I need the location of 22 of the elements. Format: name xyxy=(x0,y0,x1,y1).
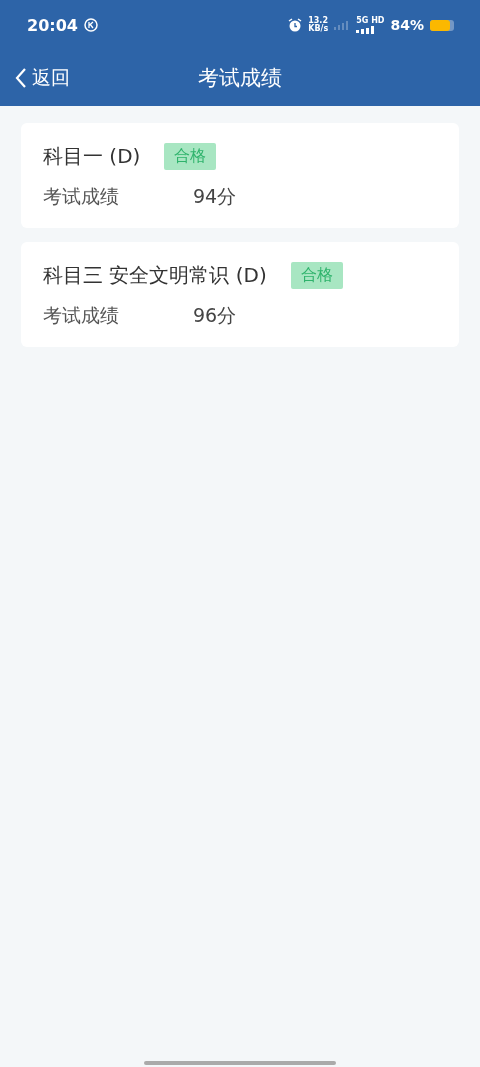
alarm-icon xyxy=(288,18,303,32)
score-value: 94分 xyxy=(193,184,237,209)
network-speed: 13.2 xyxy=(308,17,328,25)
signal-icon xyxy=(334,20,351,30)
status-time: 20:04 xyxy=(27,15,78,35)
score-value: 96分 xyxy=(193,303,237,328)
back-button[interactable]: 返回 xyxy=(14,50,70,106)
page-title: 考试成绩 xyxy=(198,65,282,92)
score-label: 考试成绩 xyxy=(43,303,120,328)
signal-icon xyxy=(356,25,377,34)
k-circle-icon xyxy=(83,18,98,32)
status-badge: 合格 xyxy=(164,143,217,170)
status-badge: 合格 xyxy=(290,262,343,289)
battery-icon xyxy=(430,19,454,31)
battery-percent: 84% xyxy=(390,17,424,33)
subject-name: 科目一 (D) xyxy=(43,143,141,170)
subject-name: 科目三 安全文明常识 (D) xyxy=(43,262,267,289)
home-indicator[interactable] xyxy=(144,1061,336,1065)
back-chevron-icon xyxy=(14,67,28,89)
speed-unit: KB/s xyxy=(308,25,329,33)
score-label: 考试成绩 xyxy=(43,184,120,209)
network-type: 5G HD xyxy=(356,16,385,25)
